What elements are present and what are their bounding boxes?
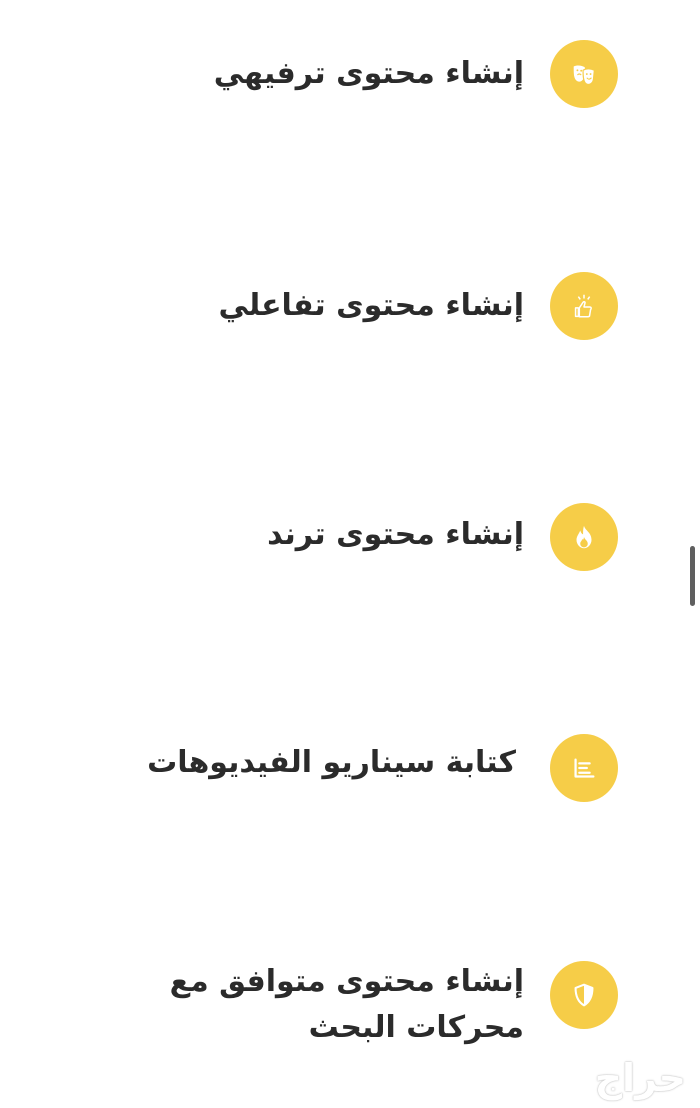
haraj-watermark-logo: حراج	[594, 1056, 686, 1100]
shield-icon	[550, 961, 618, 1029]
scrollbar[interactable]	[690, 546, 695, 606]
service-title: كتابة سيناريو الفيديوهات	[147, 745, 516, 780]
thumbs-up-spark-icon	[550, 272, 618, 340]
theater-masks-icon	[550, 40, 618, 108]
fire-icon	[550, 503, 618, 571]
service-title: إنشاء محتوى ترند	[267, 517, 524, 552]
script-lines-icon	[550, 734, 618, 802]
service-title: إنشاء محتوى تفاعلي	[218, 288, 524, 323]
service-title: إنشاء محتوى متوافق مع محركات البحث	[169, 964, 524, 1045]
service-title: إنشاء محتوى ترفيهي	[213, 56, 524, 91]
